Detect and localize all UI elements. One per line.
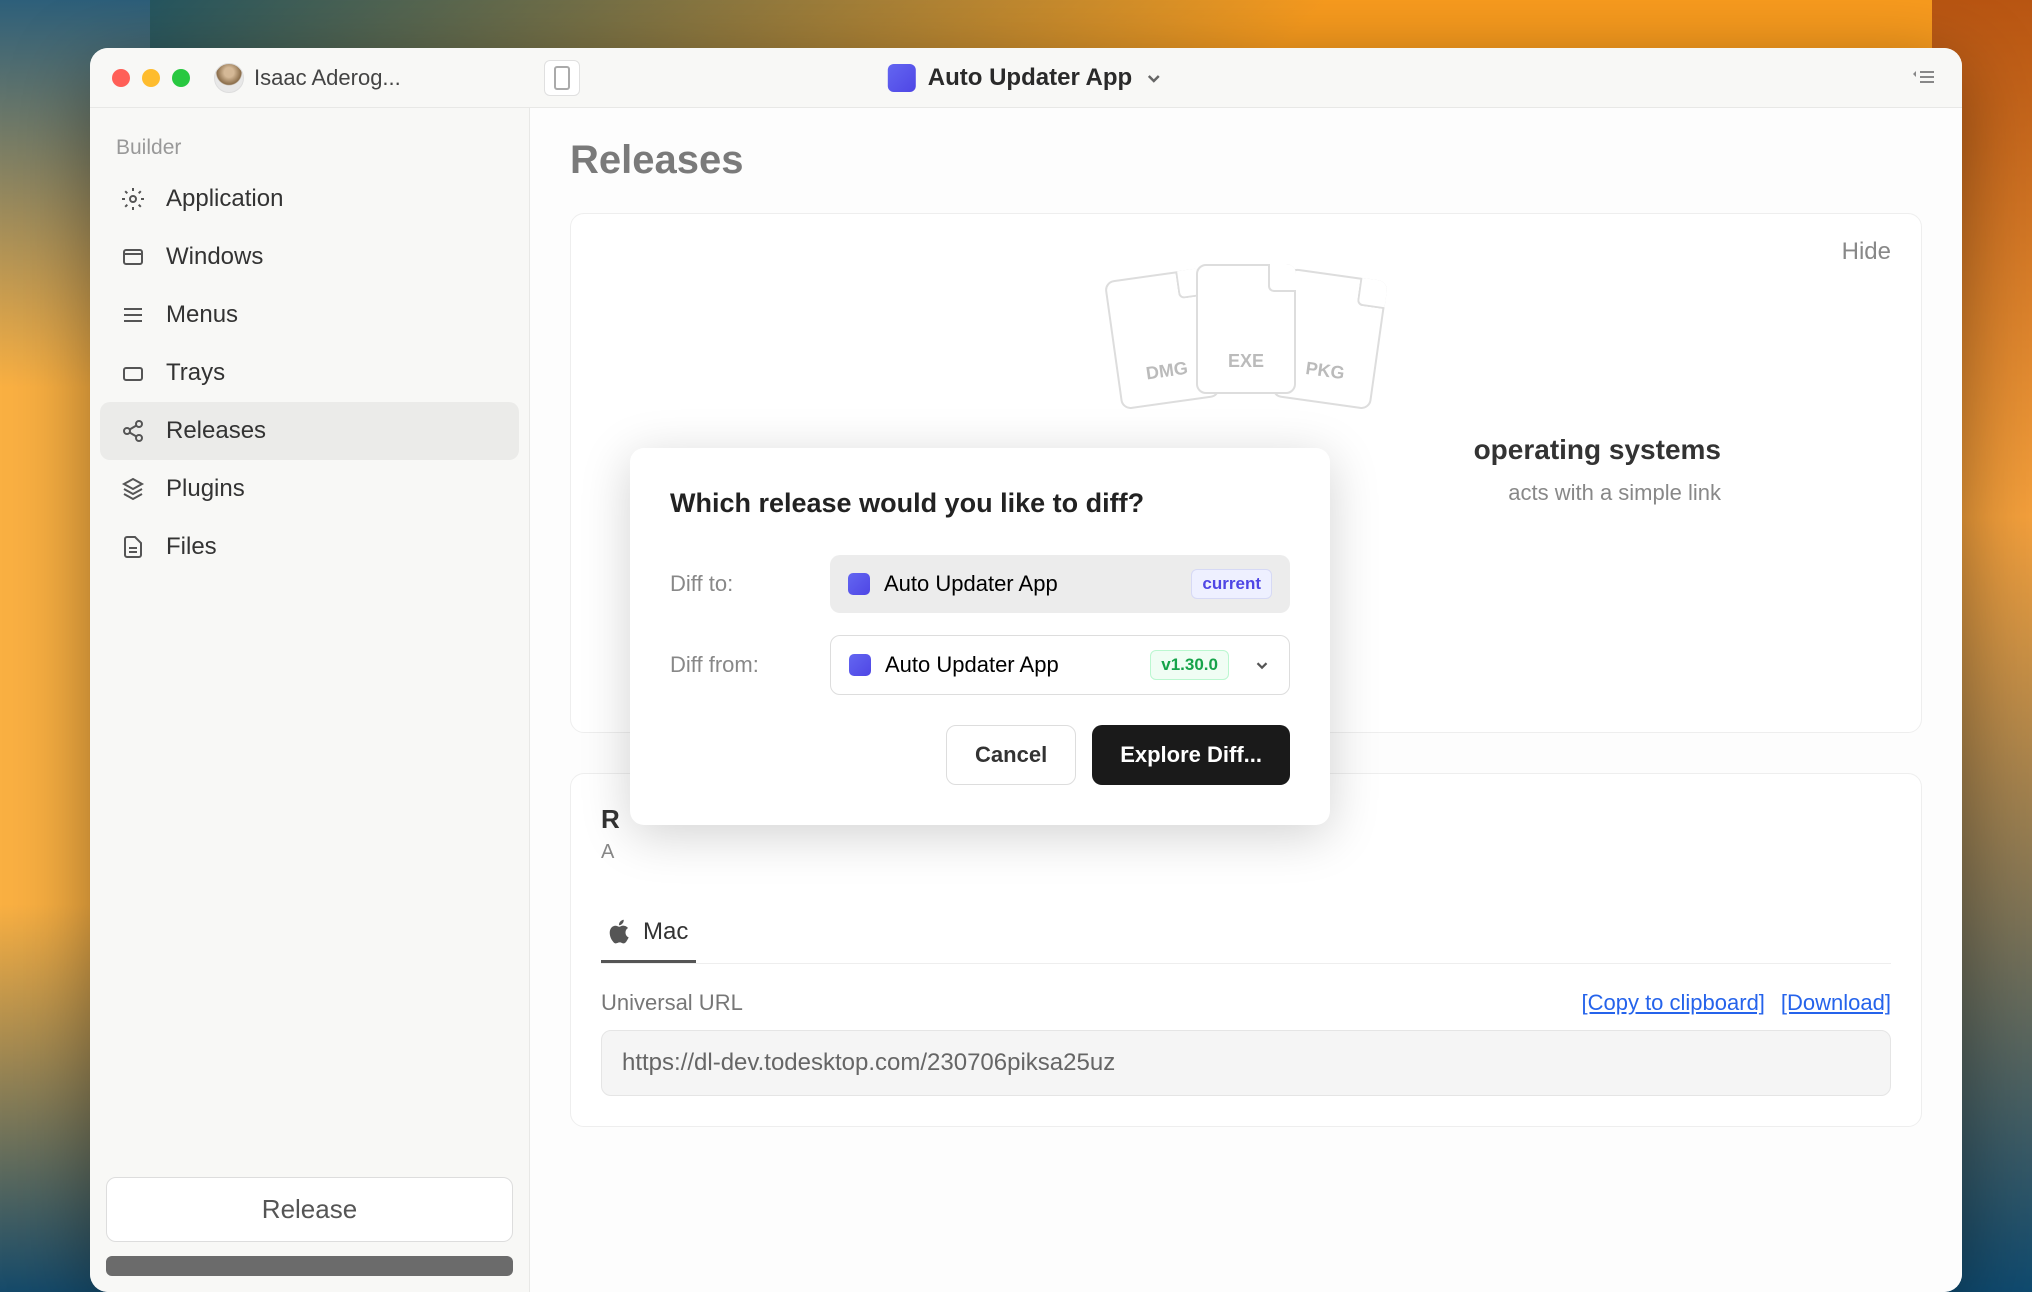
release-button[interactable]: Release (106, 1177, 513, 1242)
diff-to-app-name: Auto Updater App (884, 571, 1058, 597)
diff-from-select[interactable]: Auto Updater App v1.30.0 (830, 635, 1290, 695)
file-doc-exe: EXE (1196, 264, 1296, 394)
sidebar-item-menus[interactable]: Menus (100, 286, 519, 344)
cancel-button[interactable]: Cancel (946, 725, 1076, 785)
list-view-button[interactable] (1912, 68, 1936, 88)
app-icon (849, 654, 871, 676)
chevron-down-icon (1144, 68, 1164, 88)
diff-to-label: Diff to: (670, 571, 830, 597)
sidebar-item-label: Releases (166, 417, 266, 445)
diff-modal: Which release would you like to diff? Di… (630, 448, 1330, 825)
share-icon (120, 419, 146, 443)
document-icon (120, 535, 146, 559)
sidebar-item-releases[interactable]: Releases (100, 402, 519, 460)
tray-icon (120, 361, 146, 385)
file-illustrations: DMG EXE PKG (611, 264, 1881, 394)
version-badge: v1.30.0 (1150, 650, 1229, 680)
app-selector[interactable]: Auto Updater App (888, 64, 1164, 92)
sidebar-item-label: Files (166, 533, 217, 561)
window-controls (90, 69, 190, 87)
release-section: R A Mac Universal URL [Copy to clipboard… (570, 773, 1922, 1127)
maximize-window-button[interactable] (172, 69, 190, 87)
sidebar-item-files[interactable]: Files (100, 518, 519, 576)
page-title: Releases (570, 138, 1922, 183)
device-preview-button[interactable] (544, 60, 580, 96)
device-icon (553, 65, 571, 91)
tab-mac[interactable]: Mac (601, 904, 696, 963)
apple-icon (609, 919, 631, 945)
url-input[interactable] (601, 1030, 1891, 1096)
sidebar-item-label: Trays (166, 359, 225, 387)
window-icon (120, 245, 146, 269)
minimize-window-button[interactable] (142, 69, 160, 87)
url-label: Universal URL (601, 990, 743, 1016)
diff-from-label: Diff from: (670, 652, 830, 678)
list-icon (1912, 68, 1936, 88)
sidebar-item-label: Plugins (166, 475, 245, 503)
section-sub: A (601, 841, 1891, 864)
layers-icon (120, 477, 146, 501)
explore-diff-button[interactable]: Explore Diff... (1092, 725, 1290, 785)
app-icon (848, 573, 870, 595)
hide-link[interactable]: Hide (1842, 238, 1891, 266)
platform-tabs: Mac (601, 904, 1891, 964)
sidebar: Builder Application Windows (90, 108, 530, 1292)
sidebar-item-application[interactable]: Application (100, 170, 519, 228)
user-name: Isaac Aderog... (254, 65, 401, 91)
app-name: Auto Updater App (928, 64, 1132, 92)
sidebar-item-label: Menus (166, 301, 238, 329)
sidebar-item-label: Application (166, 185, 283, 213)
app-icon (888, 64, 916, 92)
diff-from-app-name: Auto Updater App (885, 652, 1059, 678)
copy-link[interactable]: [Copy to clipboard] (1581, 990, 1764, 1016)
avatar (214, 63, 244, 93)
sidebar-item-plugins[interactable]: Plugins (100, 460, 519, 518)
tab-label: Mac (643, 918, 688, 946)
download-link[interactable]: [Download] (1781, 990, 1891, 1016)
sidebar-section-label: Builder (90, 126, 529, 170)
sidebar-item-windows[interactable]: Windows (100, 228, 519, 286)
sidebar-item-label: Windows (166, 243, 263, 271)
user-menu[interactable]: Isaac Aderog... (214, 63, 401, 93)
modal-title: Which release would you like to diff? (670, 488, 1290, 519)
close-window-button[interactable] (112, 69, 130, 87)
diff-to-select: Auto Updater App current (830, 555, 1290, 613)
progress-bar (106, 1256, 513, 1276)
chevron-down-icon (1253, 656, 1271, 674)
menu-icon (120, 303, 146, 327)
current-badge: current (1191, 569, 1272, 599)
sidebar-item-trays[interactable]: Trays (100, 344, 519, 402)
gear-icon (120, 187, 146, 211)
app-window: Isaac Aderog... Auto Updater App (90, 48, 1962, 1292)
titlebar: Isaac Aderog... Auto Updater App (90, 48, 1962, 108)
